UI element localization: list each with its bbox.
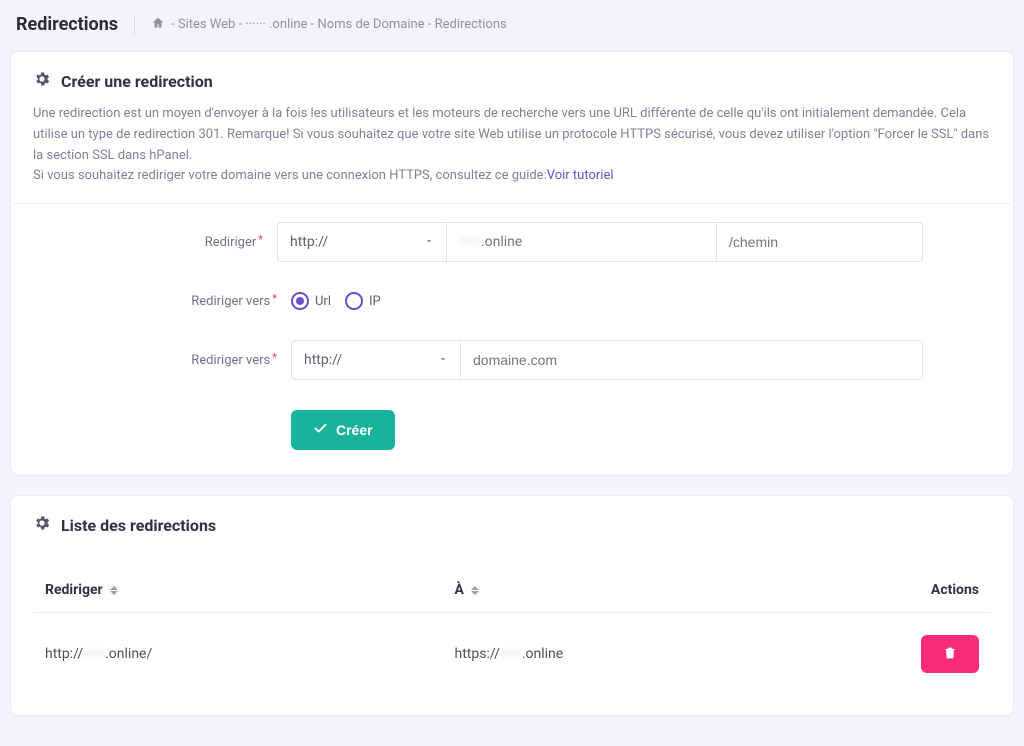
- header-separator: [134, 15, 135, 35]
- breadcrumb[interactable]: - Sites Web - ······ .online - Noms de D…: [151, 16, 507, 34]
- domain-blur: ······: [459, 234, 481, 250]
- label-redirect-to: Rediriger vers*: [101, 353, 291, 368]
- gear-icon: [33, 514, 51, 536]
- redirects-list-card: Liste des redirections Rediriger À Actio…: [10, 495, 1014, 716]
- radio-url[interactable]: Url: [291, 292, 331, 310]
- create-card-title: Créer une redirection: [61, 72, 213, 91]
- create-desc-1: Une redirection est un moyen d'envoyer à…: [33, 106, 989, 163]
- row-to-prefix: https://: [455, 646, 500, 662]
- row-to-suffix: .online: [522, 646, 563, 662]
- radio-url-circle: [291, 292, 309, 310]
- list-card-title: Liste des redirections: [61, 516, 216, 535]
- domain-to-input[interactable]: [461, 340, 923, 380]
- row-to-blur: ······: [500, 646, 522, 662]
- row-from-suffix: .online/: [105, 646, 152, 662]
- sort-icon: [110, 586, 118, 595]
- create-desc-2: Si vous souhaitez rediriger votre domain…: [33, 168, 547, 183]
- redirects-table: Rediriger À Actions http://······.online…: [33, 568, 991, 695]
- radio-ip-label: IP: [369, 294, 381, 309]
- radio-ip-circle: [345, 292, 363, 310]
- gear-icon: [33, 70, 51, 92]
- table-row: http://······.online/ https://······.onl…: [33, 613, 991, 696]
- col-actions-header: Actions: [838, 568, 991, 613]
- row-from-blur: ······: [83, 646, 105, 662]
- col-from-header[interactable]: Rediriger: [33, 568, 455, 613]
- tutorial-link[interactable]: Voir tutoriel: [547, 168, 614, 183]
- create-button-label: Créer: [336, 422, 373, 438]
- delete-button[interactable]: [921, 635, 979, 673]
- page-title: Redirections: [16, 14, 118, 35]
- protocol-to-value: http://: [304, 352, 342, 368]
- protocol-from-select[interactable]: http://: [277, 222, 447, 262]
- breadcrumb-text: - Sites Web - ······ .online - Noms de D…: [171, 17, 507, 32]
- home-icon[interactable]: [151, 16, 165, 34]
- create-button[interactable]: Créer: [291, 410, 395, 450]
- create-redirect-card: Créer une redirection Une redirection es…: [10, 51, 1014, 475]
- trash-icon: [942, 645, 958, 664]
- protocol-from-value: http://: [290, 234, 328, 250]
- col-to-header[interactable]: À: [455, 568, 838, 613]
- domain-suffix: .online: [481, 234, 522, 250]
- chevron-down-icon: [438, 352, 448, 368]
- row-from-prefix: http://: [45, 646, 83, 662]
- label-redirect-type: Rediriger vers*: [101, 294, 291, 309]
- radio-url-label: Url: [315, 294, 331, 309]
- chevron-down-icon: [424, 234, 434, 250]
- protocol-to-select[interactable]: http://: [291, 340, 461, 380]
- path-input[interactable]: [717, 222, 923, 262]
- domain-from-field[interactable]: ······.online: [447, 222, 717, 262]
- radio-ip[interactable]: IP: [345, 292, 381, 310]
- sort-icon: [471, 586, 479, 595]
- label-redirect: Rediriger*: [101, 235, 277, 250]
- check-icon: [313, 421, 328, 439]
